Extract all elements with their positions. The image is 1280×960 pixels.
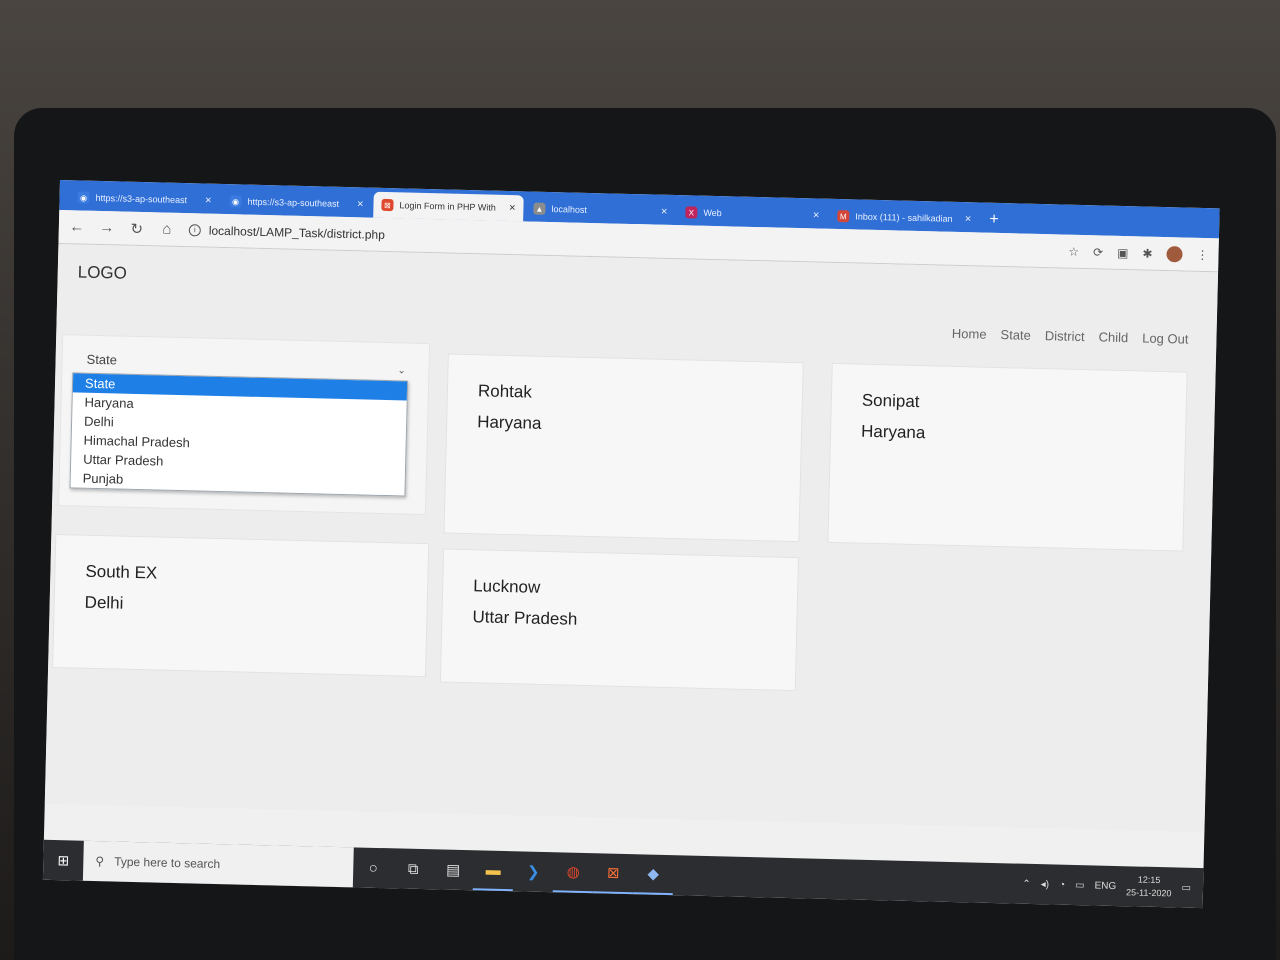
- battery-icon[interactable]: ▭: [1075, 880, 1085, 891]
- state-select-value[interactable]: State: [86, 352, 117, 368]
- browser-tab[interactable]: M Inbox (111) - sahilkadian ×: [829, 203, 980, 233]
- xampp-icon[interactable]: ⊠: [592, 853, 634, 895]
- clock-date: 25-11-2020: [1125, 887, 1172, 899]
- profile-avatar[interactable]: [1166, 245, 1183, 262]
- district-state: Haryana: [476, 412, 542, 433]
- reload-icon[interactable]: ↻: [129, 219, 145, 237]
- clock-time: 12:15: [1137, 874, 1161, 886]
- gmail-icon: M: [837, 210, 850, 223]
- main-nav: Home State District Child Log Out: [952, 326, 1189, 347]
- url-text: localhost/LAMP_Task/district.php: [208, 223, 386, 242]
- browser-tab[interactable]: X Web ×: [677, 199, 828, 229]
- new-tab-button[interactable]: +: [981, 207, 1007, 234]
- notifications-icon[interactable]: ▭: [1181, 882, 1191, 893]
- chevron-up-icon[interactable]: ⌃: [1022, 878, 1031, 889]
- app-icon[interactable]: ◆: [632, 854, 674, 896]
- vscode-icon[interactable]: ❯: [513, 851, 554, 892]
- volume-icon[interactable]: ◂): [1041, 879, 1050, 890]
- site-logo[interactable]: LOGO: [78, 262, 128, 283]
- browser-tab[interactable]: ◉ https://s3-ap-southeast ×: [69, 184, 220, 214]
- windows-start-icon[interactable]: ⊞: [43, 840, 84, 881]
- district-card[interactable]: Rohtak Haryana: [443, 353, 804, 543]
- pocket-icon[interactable]: ▣: [1117, 245, 1129, 259]
- close-tab-icon[interactable]: ×: [661, 206, 668, 218]
- district-state: Haryana: [860, 421, 926, 443]
- puzzle-icon[interactable]: ✱: [1142, 246, 1152, 260]
- browser-tab-active[interactable]: ⊠ Login Form in PHP With ×: [373, 191, 524, 222]
- menu-icon[interactable]: ⋮: [1196, 247, 1208, 261]
- home-icon[interactable]: ⌂: [159, 220, 175, 238]
- info-icon[interactable]: i: [188, 223, 201, 236]
- chevron-down-icon[interactable]: ⌄: [397, 365, 406, 376]
- extension-icon[interactable]: ⟳: [1093, 245, 1103, 259]
- store-icon[interactable]: ▤: [433, 849, 474, 890]
- district-state: Uttar Pradesh: [472, 607, 578, 629]
- nav-district[interactable]: District: [1045, 328, 1085, 344]
- task-view-icon[interactable]: ⧉: [393, 848, 434, 889]
- browser-tab[interactable]: ◉ https://s3-ap-southeast ×: [221, 188, 372, 218]
- close-tab-icon[interactable]: ×: [357, 198, 364, 210]
- chrome-icon[interactable]: ◍: [552, 852, 594, 894]
- district-card[interactable]: Lucknow Uttar Pradesh: [439, 548, 800, 692]
- nav-child[interactable]: Child: [1098, 329, 1128, 345]
- nav-state[interactable]: State: [1000, 327, 1031, 343]
- star-icon[interactable]: ☆: [1068, 244, 1079, 258]
- system-clock[interactable]: 12:15 25-11-2020: [1126, 873, 1172, 900]
- cortana-icon[interactable]: ○: [353, 847, 394, 888]
- system-tray: ⌃ ◂) ◔ ▭ ENG 12:15 25-11-2020 ▭: [1022, 871, 1203, 901]
- district-state: Delhi: [84, 592, 124, 613]
- language-indicator[interactable]: ENG: [1094, 880, 1116, 892]
- web-page: LOGO Home State District Child Log Out S…: [44, 243, 1219, 833]
- close-tab-icon[interactable]: ×: [965, 213, 972, 225]
- state-dropdown-list[interactable]: State Haryana Delhi Himachal Pradesh Utt…: [69, 372, 409, 497]
- nav-logout[interactable]: Log Out: [1142, 330, 1189, 346]
- search-icon: ⚲: [95, 854, 105, 869]
- globe-icon: ◉: [229, 195, 242, 208]
- taskbar-search[interactable]: ⚲ Type here to search: [82, 840, 354, 888]
- close-tab-icon[interactable]: ×: [509, 202, 516, 214]
- state-filter-card: State ⌄ State Haryana Delhi Himachal Pra…: [58, 334, 431, 516]
- globe-icon: ◉: [77, 191, 90, 204]
- close-tab-icon[interactable]: ×: [205, 195, 212, 207]
- forward-icon[interactable]: →: [99, 219, 115, 236]
- back-icon[interactable]: ←: [69, 218, 85, 235]
- localhost-icon: ▲: [533, 202, 546, 215]
- district-card[interactable]: Sonipat Haryana: [827, 362, 1188, 552]
- xampp-icon: ⊠: [381, 198, 394, 212]
- search-placeholder: Type here to search: [113, 854, 221, 872]
- laptop-screen: ◉ https://s3-ap-southeast × ◉ https://s3-ap…: [42, 180, 1220, 909]
- wifi-icon[interactable]: ◔: [1059, 879, 1065, 890]
- file-explorer-icon[interactable]: ▬: [472, 850, 514, 892]
- xd-icon: X: [685, 206, 698, 219]
- close-tab-icon[interactable]: ×: [813, 209, 820, 221]
- nav-home[interactable]: Home: [952, 326, 987, 342]
- browser-tab[interactable]: ▲ localhost ×: [525, 195, 676, 225]
- district-card[interactable]: South EX Delhi: [52, 533, 430, 678]
